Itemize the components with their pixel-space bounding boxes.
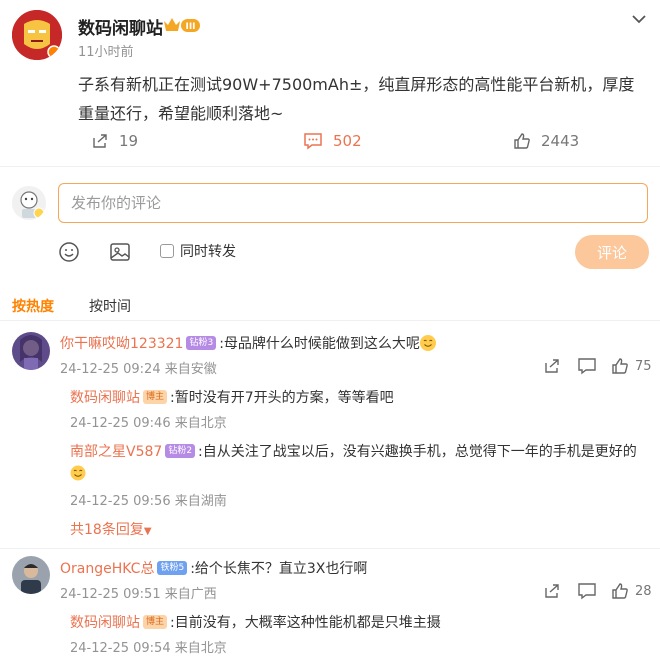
divider bbox=[0, 548, 660, 549]
reply-meta: 24-12-25 09:56 来自湖南 bbox=[70, 494, 227, 509]
emoji-icon[interactable] bbox=[57, 240, 81, 264]
more-replies-label: 共18条回复 bbox=[70, 522, 144, 538]
comment-count: 502 bbox=[333, 132, 362, 150]
comment-button[interactable]: 502 bbox=[303, 130, 362, 152]
reply-text: :自从关注了战宝以后，没有兴趣换手机，总觉得下一年的手机是更好的 bbox=[198, 444, 637, 460]
like-button[interactable]: 2443 bbox=[513, 130, 579, 152]
commenter-name[interactable]: OrangeHKC总 bbox=[60, 558, 154, 578]
reply-line: 南部之星V587 钻粉2 :自从关注了战宝以后，没有兴趣换手机，总觉得下一年的手… bbox=[70, 441, 637, 461]
forward-checkbox[interactable] bbox=[160, 244, 174, 258]
more-replies-link[interactable]: 共18条回复▼ bbox=[70, 519, 152, 539]
thumbs-up-icon bbox=[612, 358, 628, 374]
repost-icon bbox=[93, 134, 107, 148]
thumbs-up-icon bbox=[612, 583, 628, 599]
comment-like-count: 75 bbox=[635, 358, 652, 374]
post-text: 子系有新机正在测试90W+7500mAh±，纯直屏形态的高性能平台新机，厚度重量… bbox=[78, 75, 635, 123]
caret-down-icon: ▼ bbox=[143, 526, 152, 537]
comment-line: OrangeHKC总 铁粉5 :给个长焦不？直立3X也行啊 bbox=[60, 558, 367, 578]
repost-count: 19 bbox=[119, 132, 139, 150]
thumbs-up-icon bbox=[514, 133, 530, 149]
share-icon[interactable] bbox=[543, 357, 561, 379]
post-time[interactable]: 11小时前 bbox=[78, 41, 134, 60]
smile-emoji-icon bbox=[70, 465, 86, 485]
tab-sort-hot[interactable]: 按热度 bbox=[12, 296, 54, 316]
reply-author-name[interactable]: 数码闲聊站 bbox=[70, 387, 140, 407]
my-avatar bbox=[12, 186, 46, 220]
author-badge: 博主 bbox=[143, 390, 168, 404]
forward-label[interactable]: 同时转发 bbox=[180, 241, 236, 261]
image-icon[interactable] bbox=[108, 240, 132, 264]
chevron-down-icon[interactable] bbox=[628, 10, 650, 28]
reply-author-name[interactable]: 南部之星V587 bbox=[70, 441, 162, 461]
comment-meta: 24-12-25 09:24 来自安徽 bbox=[60, 362, 217, 377]
fan-badge: 钻粉2 bbox=[165, 444, 196, 458]
comment-input[interactable] bbox=[58, 183, 648, 223]
comment-like-button[interactable]: 75 bbox=[611, 357, 652, 375]
like-count: 2443 bbox=[541, 132, 580, 150]
share-icon[interactable] bbox=[543, 582, 561, 604]
comment-text: :给个长焦不？直立3X也行啊 bbox=[190, 561, 368, 577]
reply-text: :目前没有，大概率这种性能机都是只堆主摄 bbox=[170, 615, 441, 631]
divider bbox=[0, 320, 660, 321]
commenter-name[interactable]: 你干嘛哎呦123321 bbox=[60, 333, 183, 353]
commenter-avatar[interactable] bbox=[12, 556, 50, 594]
repost-button[interactable]: 19 bbox=[91, 130, 138, 152]
comment-like-count: 28 bbox=[635, 583, 652, 599]
reply-meta: 24-12-25 09:54 来自北京 bbox=[70, 641, 227, 656]
commenter-avatar[interactable] bbox=[12, 332, 50, 370]
reply-line: 数码闲聊站 博主 :暂时没有开7开头的方案，等等看吧 bbox=[70, 387, 394, 407]
comment-meta: 24-12-25 09:51 来自广西 bbox=[60, 587, 217, 602]
svg-text:III: III bbox=[185, 22, 195, 32]
comment-like-button[interactable]: 28 bbox=[611, 582, 652, 600]
comment-line: 你干嘛哎呦123321 钻粉3 :母品牌什么时候能做到这么大呢 bbox=[60, 333, 436, 353]
tab-sort-time[interactable]: 按时间 bbox=[89, 296, 131, 316]
comment-icon bbox=[304, 133, 322, 150]
smile-emoji-icon bbox=[419, 335, 436, 351]
fan-badge: 钻粉3 bbox=[186, 336, 217, 350]
reply-author-name[interactable]: 数码闲聊站 bbox=[70, 612, 140, 632]
reply-icon[interactable] bbox=[577, 582, 597, 604]
reply-text: :暂时没有开7开头的方案，等等看吧 bbox=[170, 390, 394, 406]
submit-comment-button[interactable]: 评论 bbox=[575, 235, 649, 269]
reply-meta: 24-12-25 09:46 来自北京 bbox=[70, 416, 227, 431]
reply-line: 数码闲聊站 博主 :目前没有，大概率这种性能机都是只堆主摄 bbox=[70, 612, 441, 632]
author-name[interactable]: 数码闲聊站 bbox=[78, 14, 163, 39]
reply-icon[interactable] bbox=[577, 357, 597, 379]
comment-text: :母品牌什么时候能做到这么大呢 bbox=[219, 336, 420, 352]
fan-badge: 铁粉5 bbox=[157, 561, 188, 575]
author-avatar[interactable] bbox=[12, 10, 62, 60]
author-badge: 博主 bbox=[143, 615, 168, 629]
divider bbox=[0, 166, 660, 167]
crown-level-icon: III bbox=[163, 15, 201, 35]
